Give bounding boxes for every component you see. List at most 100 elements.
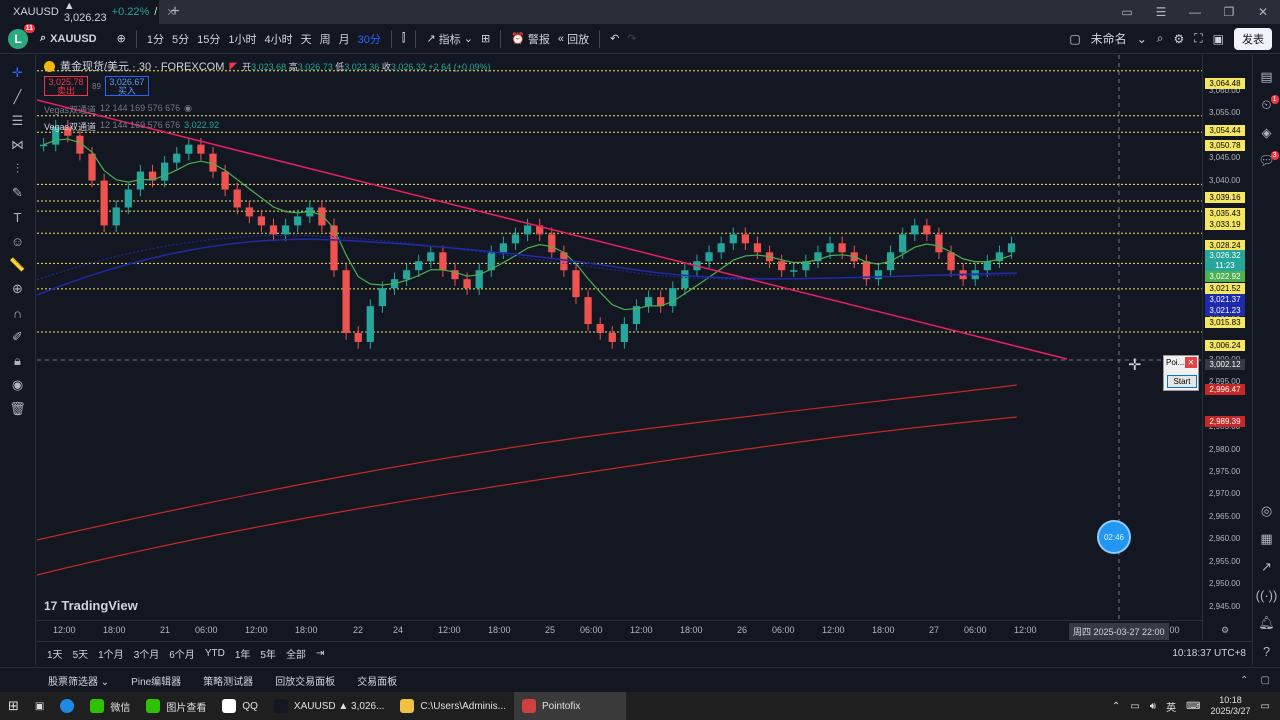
interval-5m[interactable]: 5分 <box>168 24 193 54</box>
network-icon[interactable]: ▭ <box>1130 701 1139 712</box>
interval-15m[interactable]: 15分 <box>193 24 224 54</box>
interval-30m[interactable]: 30分 <box>354 24 385 54</box>
taskbar-app[interactable]: XAUUSD ▲ 3,026... <box>266 692 393 720</box>
indicator-legend-1[interactable]: Vegas双通道 12 144 169 576 676 ◉ <box>44 103 192 116</box>
interval-1h[interactable]: 1小时 <box>224 24 260 54</box>
close-window-icon[interactable]: ✕ <box>1246 5 1280 19</box>
tradingview-logo[interactable]: 17 TradingView <box>44 598 138 613</box>
range-1y[interactable]: 1年 <box>235 646 251 661</box>
start-button[interactable]: Start <box>1167 375 1197 388</box>
taskbar-app[interactable]: 图片查看 <box>138 692 214 720</box>
layout-name[interactable]: 未命名 <box>1091 30 1127 47</box>
volume-icon[interactable]: 🔊︎ <box>1150 701 1156 712</box>
target-icon[interactable]: ◎ <box>1253 497 1280 525</box>
replay-button[interactable]: « 回放 <box>554 24 593 54</box>
range-5d[interactable]: 5天 <box>73 646 89 661</box>
help-icon[interactable]: ? <box>1253 637 1280 665</box>
price-axis[interactable]: 3,060.003,055.003,045.003,040.003,030.00… <box>1202 55 1252 640</box>
trendline-icon[interactable]: ╱ <box>0 85 36 109</box>
crosshair-icon[interactable]: ✛ <box>0 61 36 85</box>
start-icon[interactable]: ⊞ <box>0 692 27 720</box>
axis-settings-icon[interactable]: ⚙ <box>1221 625 1229 636</box>
candle-type-icon[interactable]: ⫿ <box>398 24 410 54</box>
signal-icon[interactable]: ((·)) <box>1253 581 1280 609</box>
buy-button[interactable]: 3,026.67 买入 <box>104 76 149 96</box>
layers-icon[interactable]: ◈ <box>1253 119 1280 147</box>
browser-tab[interactable]: XAUUSD ▲ 3,026.23 +0.22% / ✕ <box>0 0 176 24</box>
zoom-icon[interactable]: ⊕ <box>0 277 36 301</box>
maximize-icon[interactable]: ▢ <box>1261 675 1270 686</box>
settings-icon[interactable]: ⚙ <box>1173 32 1184 46</box>
pointofix-widget[interactable]: Poi... ✕ Start <box>1163 355 1199 391</box>
panel-trading[interactable]: 交易面板 <box>357 673 397 688</box>
tray-expand-icon[interactable]: ⌃ <box>1112 701 1120 712</box>
interval-4h[interactable]: 4小时 <box>260 24 296 54</box>
taskbar-app[interactable]: C:\Users\Adminis... <box>392 692 514 720</box>
layout-icon[interactable]: ▢ <box>1069 32 1080 46</box>
panel-replay-trading[interactable]: 回放交易面板 <box>275 673 335 688</box>
flag-icon[interactable]: ◤ <box>229 61 237 72</box>
ruler-icon[interactable]: 📏 <box>0 253 36 277</box>
edge-icon[interactable] <box>52 692 82 720</box>
keyboard-icon[interactable]: ⌨ <box>1186 701 1200 712</box>
compare-icon[interactable]: ⊕ <box>113 24 130 54</box>
redo-icon[interactable]: ↷ <box>623 24 640 54</box>
chevron-down-icon[interactable]: ⌄ <box>1137 32 1147 46</box>
ime-indicator[interactable]: 英 <box>1166 699 1176 714</box>
chart-canvas[interactable]: ✛ <box>37 55 1202 620</box>
pattern-icon[interactable]: ⋈ <box>0 133 36 157</box>
goto-date-icon[interactable]: ⇥ <box>316 648 324 659</box>
countdown-timer[interactable]: 02:46 <box>1097 520 1131 554</box>
range-3m[interactable]: 3个月 <box>134 646 160 661</box>
tray-clock[interactable]: 10:18 2025/3/27 <box>1211 695 1251 717</box>
range-1m[interactable]: 1个月 <box>98 646 124 661</box>
templates-icon[interactable]: ⊞ <box>477 24 494 54</box>
indicator-legend-2[interactable]: Vegas双通道 12 144 169 576 676 3,022.92 <box>44 120 219 133</box>
brush-icon[interactable]: ✎ <box>0 181 36 205</box>
lock-icon[interactable]: 🔒︎ <box>0 349 36 373</box>
magnet-icon[interactable]: ∩ <box>0 301 36 325</box>
range-all[interactable]: 全部 <box>286 646 306 661</box>
taskbar-app[interactable]: QQ <box>214 692 266 720</box>
camera-icon[interactable]: ▣ <box>1213 32 1224 46</box>
legend-title[interactable]: 黄金现货/美元 · 30 · FOREXCOM <box>60 58 224 74</box>
menu-icon[interactable]: ☰ <box>1144 5 1178 19</box>
time-axis[interactable]: 12:00 18:00 21 06:00 12:00 18:00 22 24 12:00 18:0… <box>37 620 1229 640</box>
eye-icon[interactable]: ◉ <box>0 373 36 397</box>
taskbar-app[interactable]: Pointofix <box>514 692 626 720</box>
forecast-icon[interactable]: ⫶ <box>0 157 36 181</box>
new-tab-icon[interactable]: + <box>160 3 190 21</box>
ideas-icon[interactable]: ↗ <box>1253 553 1280 581</box>
panel-screener[interactable]: 股票筛选器 ⌄ <box>48 673 109 688</box>
text-icon[interactable]: T <box>0 205 36 229</box>
fib-icon[interactable]: ☰ <box>0 109 36 133</box>
close-icon[interactable]: ✕ <box>1185 357 1197 368</box>
interval-1m[interactable]: 1分 <box>143 24 168 54</box>
range-5y[interactable]: 5年 <box>260 646 276 661</box>
quick-search-icon[interactable]: ⌕ <box>1157 31 1164 46</box>
cast-icon[interactable]: ▭ <box>1110 5 1144 19</box>
range-ytd[interactable]: YTD <box>205 648 225 659</box>
pencil-lock-icon[interactable]: ✐ <box>0 325 36 349</box>
avatar[interactable]: L 11 <box>8 23 35 49</box>
symbol-search[interactable]: ⌕ XAUUSD <box>40 32 97 45</box>
alerts-icon[interactable]: ⏲ 1 <box>1253 91 1280 119</box>
restore-icon[interactable]: ❐ <box>1212 5 1246 19</box>
notification-icon[interactable]: ▭ <box>1261 701 1270 712</box>
fullscreen-icon[interactable]: ⛶ <box>1194 31 1202 46</box>
trash-icon[interactable]: 🗑︎ <box>0 397 36 421</box>
emoji-icon[interactable]: ☺ <box>0 229 36 253</box>
clock[interactable]: 10:18:37 UTC+8 <box>1172 648 1252 659</box>
alert-button[interactable]: ⏰ 警报 <box>507 24 554 54</box>
collapse-icon[interactable]: ⌃ <box>1240 675 1248 686</box>
interval-day[interactable]: 天 <box>297 24 316 54</box>
watchlist-icon[interactable]: ▤ <box>1253 63 1280 91</box>
publish-button[interactable]: 发表 <box>1234 27 1272 50</box>
panel-pine-editor[interactable]: Pine编辑器 <box>131 673 181 688</box>
undo-icon[interactable]: ↶ <box>606 24 623 54</box>
bell-icon[interactable]: 🔔︎ <box>1253 609 1280 637</box>
taskbar-app[interactable]: 微信 <box>82 692 138 720</box>
indicators-button[interactable]: ↗ 指标 ⌄ <box>422 24 477 54</box>
interval-month[interactable]: 月 <box>335 24 354 54</box>
range-6m[interactable]: 6个月 <box>169 646 195 661</box>
